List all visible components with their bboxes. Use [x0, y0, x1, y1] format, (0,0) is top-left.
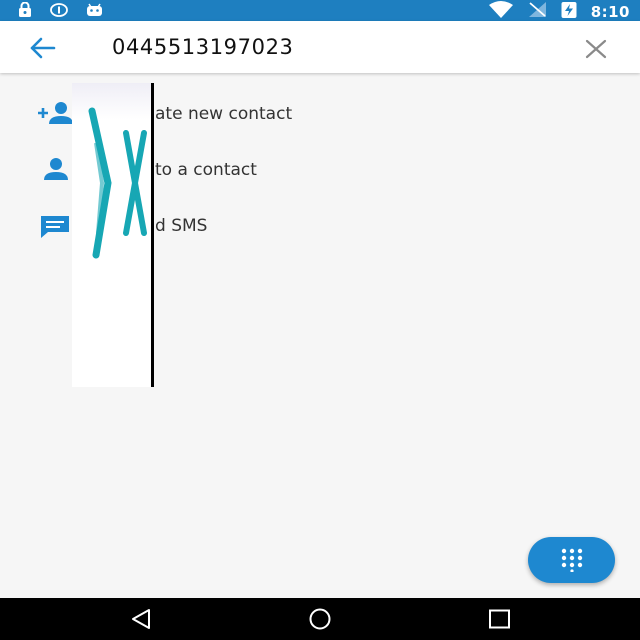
- back-button[interactable]: [28, 35, 60, 61]
- lock-icon: [18, 1, 32, 21]
- no-signal-icon: [528, 1, 547, 22]
- back-triangle-icon: [132, 609, 150, 629]
- search-bar: [0, 21, 640, 73]
- person-add-icon: [36, 100, 76, 128]
- add-to-contact-label: to a contact: [155, 160, 257, 180]
- recents-square-icon: [489, 609, 510, 629]
- android-icon: [86, 2, 103, 21]
- battery-charging-icon: [561, 1, 577, 22]
- arrow-back-icon: [30, 37, 56, 59]
- dialpad-fab[interactable]: [528, 537, 615, 583]
- overlay-image: [72, 83, 154, 387]
- create-new-contact-label: ate new contact: [155, 104, 293, 124]
- dialpad-icon: [561, 548, 583, 572]
- home-circle-icon: [309, 608, 331, 630]
- send-sms-label: d SMS: [155, 216, 208, 236]
- message-icon: [36, 212, 76, 240]
- nav-recents-button[interactable]: [485, 607, 515, 631]
- overlay-glyph-image: [72, 83, 154, 387]
- navigation-bar: [0, 598, 640, 640]
- clear-button[interactable]: [584, 37, 608, 61]
- info-icon: [50, 2, 68, 21]
- person-icon: [36, 156, 76, 184]
- nav-back-button[interactable]: [127, 607, 157, 631]
- close-icon: [585, 39, 607, 59]
- status-bar: 8:10: [0, 0, 640, 21]
- wifi-icon: [488, 1, 514, 22]
- status-time: 8:10: [590, 2, 630, 21]
- search-input[interactable]: [112, 32, 552, 62]
- nav-home-button[interactable]: [305, 607, 335, 631]
